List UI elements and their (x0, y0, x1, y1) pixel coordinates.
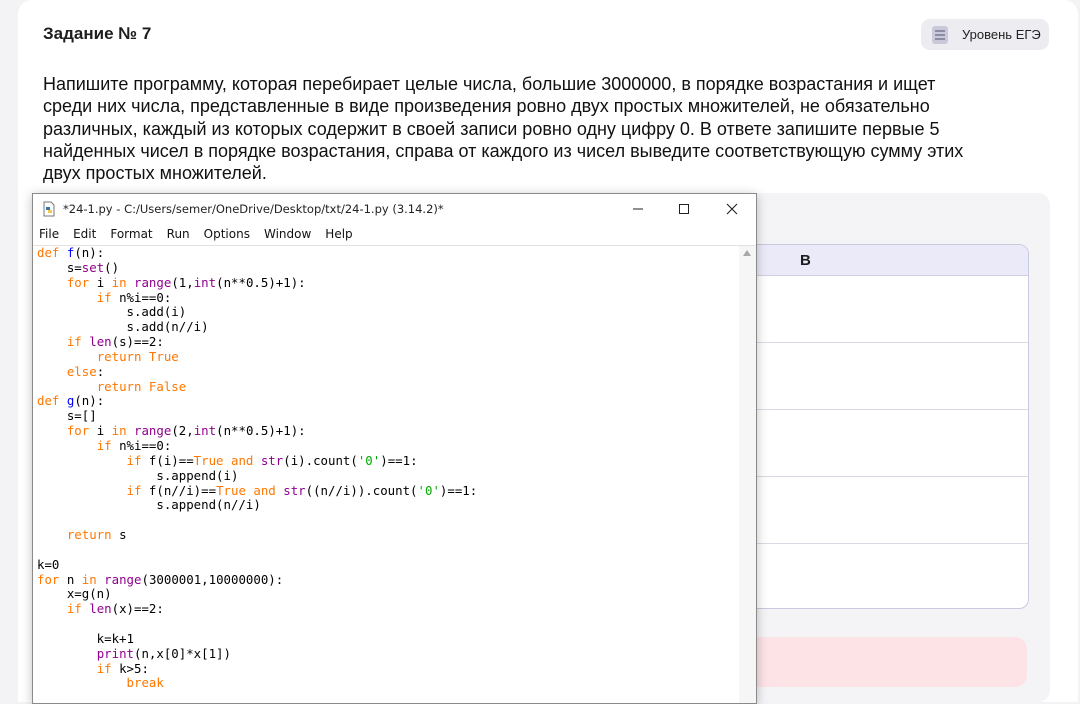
window-titlebar[interactable]: *24-1.py - C:/Users/semer/OneDrive/Deskt… (33, 194, 756, 223)
scroll-up-icon[interactable] (743, 250, 751, 256)
code-line[interactable]: if len(x)==2: (33, 601, 739, 617)
menu-format[interactable]: Format (103, 227, 159, 241)
code-line[interactable]: break (33, 676, 739, 691)
code-line[interactable]: x=g(n) (33, 587, 739, 602)
menu-options[interactable]: Options (197, 227, 257, 241)
close-icon (726, 203, 738, 214)
code-line[interactable] (33, 617, 739, 632)
level-label: Уровень ЕГЭ (962, 27, 1041, 42)
code-line[interactable]: k=k+1 (33, 631, 739, 647)
code-line[interactable]: s.append(n//i) (33, 497, 739, 513)
vertical-scrollbar[interactable] (739, 246, 756, 703)
code-line[interactable]: s=[] (33, 408, 739, 424)
code-line[interactable]: if f(i)==True and str(i).count('0')==1: (33, 453, 739, 469)
code-line[interactable]: for i in range(2,int(n**0.5)+1): (33, 423, 739, 439)
code-line[interactable]: return True (33, 349, 739, 365)
code-line[interactable]: s.add(n//i) (33, 319, 739, 335)
code-line[interactable]: if k>5: (33, 661, 739, 677)
code-line[interactable]: def f(n): (33, 246, 739, 261)
code-line[interactable]: return False (33, 379, 739, 395)
idle-editor-window: *24-1.py - C:/Users/semer/OneDrive/Deskt… (32, 193, 757, 704)
maximize-icon (679, 203, 689, 214)
level-icon (931, 25, 949, 45)
code-line[interactable]: if len(s)==2: (33, 334, 739, 350)
menu-help[interactable]: Help (318, 227, 359, 241)
close-button[interactable] (709, 194, 755, 223)
code-editor[interactable]: def f(n): s=set() for i in range(1,int(n… (33, 246, 739, 703)
code-line[interactable] (33, 513, 739, 528)
code-line[interactable]: if f(n//i)==True and str((n//i)).count('… (33, 483, 739, 499)
window-title: *24-1.py - C:/Users/semer/OneDrive/Deskt… (63, 201, 444, 216)
menu-run[interactable]: Run (160, 227, 197, 241)
minimize-button[interactable] (615, 194, 661, 223)
code-line[interactable] (33, 543, 739, 558)
python-file-icon (41, 201, 57, 217)
code-line[interactable]: for n in range(3000001,10000000): (33, 572, 739, 588)
task-text: Напишите программу, которая перебирает ц… (43, 74, 964, 184)
code-line[interactable]: s.append(i) (33, 468, 739, 484)
code-line[interactable]: for i in range(1,int(n**0.5)+1): (33, 275, 739, 291)
code-line[interactable]: k=0 (33, 557, 739, 573)
code-line[interactable]: s=set() (33, 260, 739, 276)
code-line[interactable]: print(n,x[0]*x[1]) (33, 646, 739, 662)
code-line[interactable]: return s (33, 527, 739, 543)
maximize-button[interactable] (661, 194, 707, 223)
column-b-label: B (800, 252, 811, 269)
menu-edit[interactable]: Edit (66, 227, 103, 241)
menu-bar: File Edit Format Run Options Window Help (33, 223, 756, 246)
code-line[interactable]: else: (33, 364, 739, 380)
menu-file[interactable]: File (33, 227, 66, 241)
code-line[interactable]: if n%i==0: (33, 290, 739, 306)
code-line[interactable]: s.add(i) (33, 305, 739, 320)
task-title: Задание № 7 (43, 24, 152, 43)
code-line[interactable]: def g(n): (33, 394, 739, 409)
minimize-icon (633, 208, 643, 209)
menu-window[interactable]: Window (257, 227, 318, 241)
code-line[interactable]: if n%i==0: (33, 438, 739, 454)
level-badge[interactable]: Уровень ЕГЭ (921, 19, 1049, 50)
